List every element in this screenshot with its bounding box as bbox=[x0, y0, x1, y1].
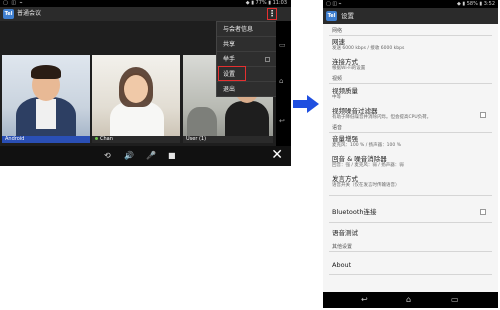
tablet-action-bar: Tel 普通会议 ⋮ bbox=[0, 7, 291, 21]
home-icon[interactable]: ⌂ bbox=[406, 294, 411, 306]
tablet-status-bar: ▢ ◫ ⌁ ◆ ▮ 77% ▮ 11:03 bbox=[0, 0, 291, 7]
bluetooth-checkbox[interactable] bbox=[480, 209, 486, 215]
status-battery-clock: ◆ ▮ 58% ▮ 3:52 bbox=[456, 1, 495, 7]
setting-summary: 语音开关（仅在发言时传输语音） bbox=[332, 183, 400, 188]
phone-nav-bar: ↩ ⌂ ▭ bbox=[323, 292, 498, 308]
video-tile-android[interactable]: Android bbox=[2, 55, 90, 143]
raise-hand-checkbox[interactable] bbox=[265, 57, 270, 62]
overflow-menu-button[interactable]: ⋮ bbox=[267, 8, 277, 20]
item-divider bbox=[329, 222, 492, 223]
tablet-meeting-screen: ▢ ◫ ⌁ ◆ ▮ 77% ▮ 11:03 Tel 普通会议 ⋮ Android bbox=[0, 0, 291, 166]
phone-settings-screen: ▢ ◫ ⌁ ◆ ▮ 58% ▮ 3:52 Tel 设置 网络 网速 发送 600… bbox=[323, 0, 498, 308]
phone-status-bar: ▢ ◫ ⌁ ◆ ▮ 58% ▮ 3:52 bbox=[323, 0, 498, 8]
recent-apps-icon[interactable]: ▭ bbox=[279, 41, 286, 49]
meeting-title: 普通会议 bbox=[17, 10, 42, 17]
setting-title: 音量增强 bbox=[332, 135, 358, 143]
video-name-text: Chan bbox=[100, 136, 113, 142]
settings-title: 设置 bbox=[341, 12, 354, 20]
screenshot-composite: ▢ ◫ ⌁ ◆ ▮ 77% ▮ 11:03 Tel 普通会议 ⋮ Android bbox=[0, 0, 500, 310]
section-divider bbox=[329, 83, 492, 84]
section-header-video: 视频 bbox=[332, 76, 343, 82]
close-icon[interactable]: ✕ bbox=[271, 147, 283, 163]
meeting-toolbar: ⟲ 🔊 🎤 ■ ✕ bbox=[0, 146, 291, 166]
menu-item-participants[interactable]: 与会者信息 bbox=[217, 22, 276, 37]
menu-item-raise-hand[interactable]: 举手 bbox=[217, 52, 276, 67]
video-name-label: Android bbox=[2, 136, 90, 143]
menu-item-raise-hand-label: 举手 bbox=[223, 56, 236, 63]
setting-summary: 回音：强 / 麦克风：弱 / 扬声器：弱 bbox=[332, 163, 404, 168]
recent-apps-icon[interactable]: ▭ bbox=[451, 294, 459, 306]
setting-title: 连接方式 bbox=[332, 58, 358, 66]
settings-list: 网络 网速 发送 6000 kbps / 接收 6000 kbps 连接方式 根… bbox=[323, 24, 498, 292]
video-name-label: User (1) bbox=[183, 136, 273, 143]
setting-title: 视频质量 bbox=[332, 87, 358, 95]
item-divider bbox=[329, 195, 492, 196]
setting-title: 回音 & 噪音消除器 bbox=[332, 155, 387, 163]
video-camera-icon[interactable]: ■ bbox=[168, 150, 176, 162]
back-icon[interactable]: ↩ bbox=[361, 294, 368, 306]
microphone-icon[interactable]: 🎤 bbox=[146, 150, 156, 162]
overflow-dropdown-menu: 与会者信息 共享 举手 设置 退出 bbox=[216, 21, 277, 97]
transition-arrow-icon bbox=[293, 95, 319, 113]
home-icon[interactable]: ⌂ bbox=[279, 77, 283, 85]
settings-action-bar: Tel 设置 bbox=[323, 8, 498, 24]
section-divider bbox=[329, 35, 492, 36]
app-logo-icon: Tel bbox=[3, 9, 14, 19]
online-dot-icon bbox=[95, 137, 98, 140]
video-tile-chan[interactable]: Chan bbox=[92, 55, 180, 143]
setting-summary: 中等 bbox=[332, 95, 341, 100]
setting-summary: 根据Wi-Fi的设置 bbox=[332, 66, 366, 71]
speaker-icon[interactable]: 🔊 bbox=[124, 150, 134, 162]
setting-summary: 麦克风：100 % / 扬声器：100 % bbox=[332, 143, 401, 148]
setting-title: 语音测试 bbox=[332, 229, 358, 237]
status-notification-icons: ▢ ◫ ⌁ bbox=[3, 0, 24, 6]
menu-item-exit[interactable]: 退出 bbox=[217, 82, 276, 97]
setting-title: 发言方式 bbox=[332, 175, 358, 183]
menu-item-share[interactable]: 共享 bbox=[217, 37, 276, 52]
back-icon[interactable]: ↩ bbox=[279, 117, 285, 125]
setting-title: About bbox=[332, 261, 352, 269]
setting-title: 视频噪音过滤器 bbox=[332, 107, 378, 115]
section-header-other: 其他设置 bbox=[332, 244, 353, 250]
setting-summary: 发送 6000 kbps / 接收 6000 kbps bbox=[332, 46, 405, 51]
camera-switch-icon[interactable]: ⟲ bbox=[104, 150, 111, 162]
app-logo-icon[interactable]: Tel bbox=[326, 11, 337, 21]
participant-hair bbox=[31, 65, 61, 79]
section-divider bbox=[329, 132, 492, 133]
video-noise-checkbox[interactable] bbox=[480, 112, 486, 118]
setting-title: Bluetooth连接 bbox=[332, 208, 377, 216]
status-battery-clock: ◆ ▮ 77% ▮ 11:03 bbox=[245, 0, 287, 6]
shirt-collar bbox=[36, 99, 56, 129]
participant-face bbox=[124, 75, 148, 103]
item-divider bbox=[329, 274, 492, 275]
section-header-network: 网络 bbox=[332, 28, 343, 34]
tablet-nav-bar: ▭ ⌂ ↩ bbox=[276, 21, 291, 146]
section-divider bbox=[329, 251, 492, 252]
settings-highlight-box bbox=[218, 66, 246, 81]
setting-summary: 有助于降低噪音并消除闪烁。但会提高CPU负荷。 bbox=[332, 115, 432, 120]
section-header-audio: 语音 bbox=[332, 125, 343, 131]
menu-item-settings[interactable]: 设置 bbox=[217, 66, 276, 82]
status-notification-icons: ▢ ◫ ⌁ bbox=[326, 1, 342, 7]
video-name-label: Chan bbox=[92, 136, 180, 143]
setting-title: 网速 bbox=[332, 38, 345, 46]
